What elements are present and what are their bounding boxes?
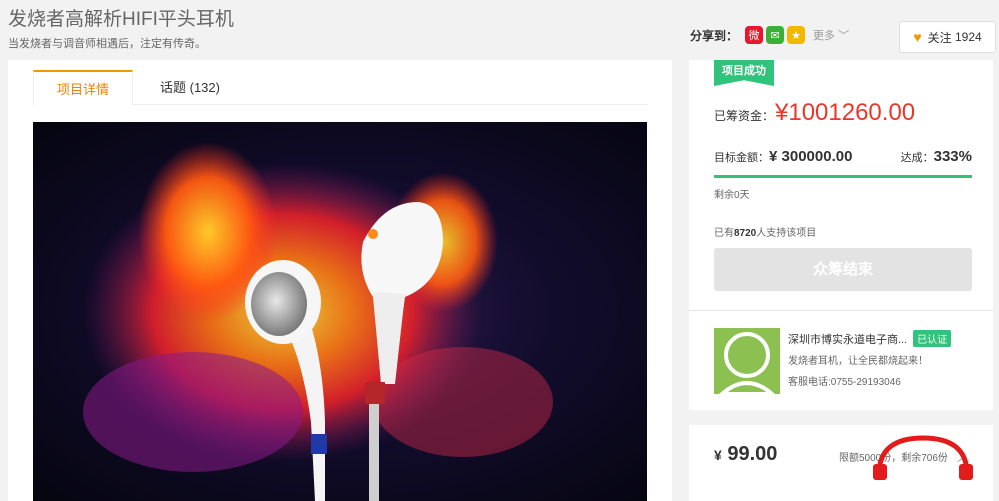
target-row: 目标金额：¥ 300000.00 达成：333% [714,148,972,165]
reach-percent: 333% [933,148,972,165]
sponsor-phone: 客服电话:0755-29193046 [788,377,901,388]
raised-label: 已筹资金： [714,109,775,123]
weibo-icon[interactable]: 微 [745,26,764,44]
page-subtitle: 当发烧者与调音师相遇后，注定有传奇。 [8,38,206,50]
page-title: 发烧者高解析HIFI平头耳机 [8,9,234,30]
sponsor-name[interactable]: 深圳市博实永道电子商... 已认证 [788,330,952,347]
sponsor-avatar[interactable] [714,328,780,394]
progress-fill [714,175,972,178]
target-amount: ¥ 300000.00 [769,148,853,165]
remaining-days: 剩余0天 [714,190,750,201]
share-bar: 分享到： 微 ✉ ★ 更多 ﹀ [690,26,849,44]
backers-count: 已有8720人支持该项目 [714,228,817,239]
crowdfunding-ended-button[interactable]: 众筹结束 [714,248,972,291]
share-label: 分享到： [690,28,739,43]
follow-button[interactable]: ♥ 关注 1924 [899,21,996,53]
project-detail-panel: 项目详情 话题 (132) [8,60,672,501]
sponsor-card: 深圳市博实永道电子商... 已认证 发烧者耳机，让全民都烧起来！ 客服电话:075… [689,310,993,410]
tab-project-details[interactable]: 项目详情 [33,70,133,106]
status-badge: 项目成功 [714,60,774,86]
reach-rate: 达成：333% [900,148,972,165]
headphones-watermark-icon [873,435,973,480]
progress-bar [714,175,972,178]
earphones-illustration [83,142,553,501]
reward-price: ¥ 99.00 [714,443,778,465]
tab-topics[interactable]: 话题 (132) [145,70,235,105]
funding-panel: 项目成功 已筹资金： ¥1001260.00 目标金额：¥ 300000.00 … [689,60,993,310]
target-label: 目标金额： [714,152,769,164]
heart-icon: ♥ [913,29,922,45]
wechat-icon[interactable]: ✉ [766,26,785,44]
qzone-icon[interactable]: ★ [787,26,806,44]
tab-bar: 项目详情 话题 (132) [33,70,648,106]
follow-count: 1924 [954,30,982,44]
follow-label: 关注 [927,30,952,45]
sponsor-slogan: 发烧者耳机，让全民都烧起来！ [788,356,928,367]
verified-badge: 已认证 [913,330,952,347]
share-more-link[interactable]: 更多 ﹀ [813,27,849,43]
user-avatar-icon [718,332,776,394]
raised-amount: ¥1001260.00 [775,99,916,126]
chevron-down-icon: ﹀ [838,30,850,42]
product-hero-image [33,122,647,501]
